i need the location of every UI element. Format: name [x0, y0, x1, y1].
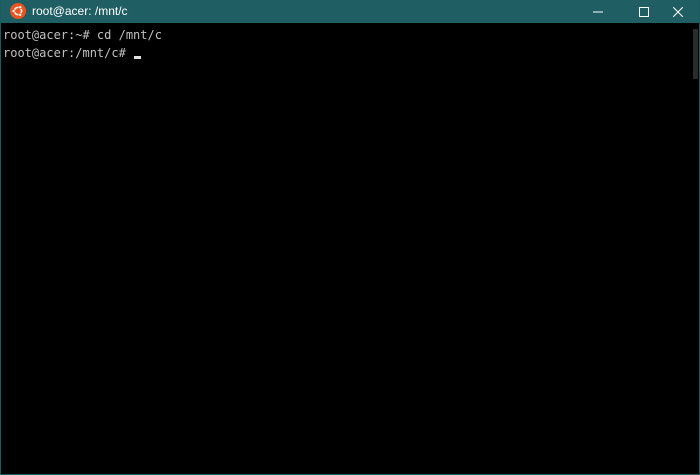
shell-prompt: root@acer:/mnt/c#	[3, 46, 126, 60]
text-cursor	[133, 56, 141, 59]
close-icon	[673, 6, 683, 17]
minimize-icon	[593, 7, 603, 17]
shell-command: cd /mnt/c	[89, 28, 162, 42]
maximize-icon	[639, 6, 649, 17]
shell-prompt: root@acer:~#	[3, 28, 90, 42]
scrollbar-thumb[interactable]	[693, 29, 698, 79]
window-title: root@acer: /mnt/c	[32, 4, 128, 18]
terminal-line: root@acer:~# cd /mnt/c	[3, 26, 693, 44]
vertical-scrollbar[interactable]	[692, 23, 699, 474]
terminal-output[interactable]: root@acer:~# cd /mnt/c root@acer:/mnt/c#	[3, 26, 693, 472]
minimize-button[interactable]	[575, 0, 621, 23]
terminal-window: root@acer: /mnt/c root@acer:~# cd /mnt/c…	[0, 0, 700, 475]
terminal-line: root@acer:/mnt/c#	[3, 44, 693, 62]
close-button[interactable]	[655, 0, 699, 23]
ubuntu-icon[interactable]	[10, 3, 26, 19]
title-bar[interactable]: root@acer: /mnt/c	[1, 0, 699, 23]
